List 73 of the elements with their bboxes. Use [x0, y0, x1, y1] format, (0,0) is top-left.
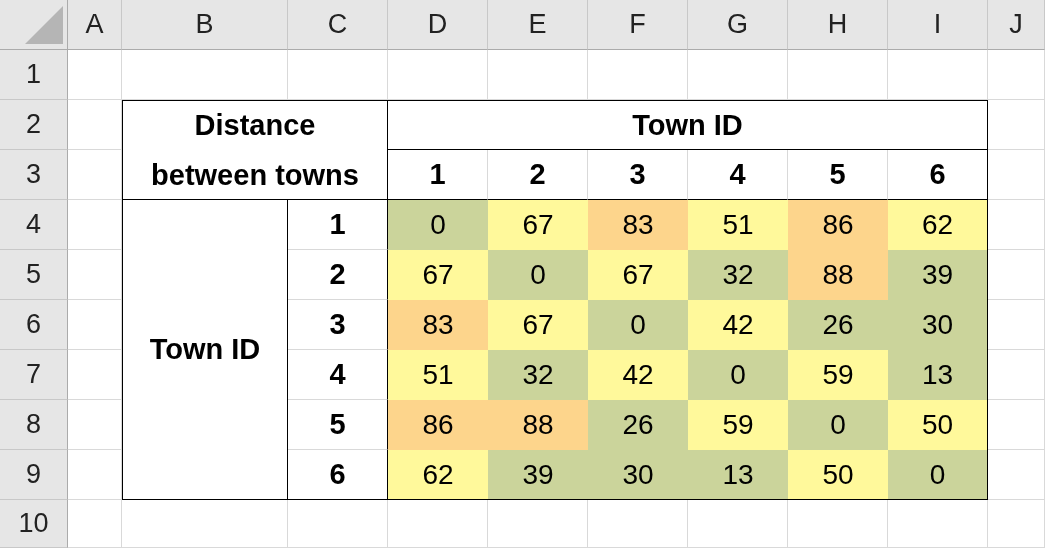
- table-cell[interactable]: 67: [388, 250, 488, 300]
- table-cell[interactable]: 0: [588, 300, 688, 350]
- table-cell[interactable]: 59: [788, 350, 888, 400]
- column-group-header[interactable]: Town ID: [388, 100, 988, 150]
- row-header[interactable]: 6: [0, 300, 68, 350]
- table-cell[interactable]: 88: [488, 400, 588, 450]
- table-cell[interactable]: 0: [488, 250, 588, 300]
- column-header[interactable]: H: [788, 0, 888, 50]
- table-cell[interactable]: 30: [888, 300, 988, 350]
- table-cell[interactable]: 62: [388, 450, 488, 500]
- column-header[interactable]: G: [688, 0, 788, 50]
- triangle-icon: [25, 6, 63, 44]
- row-group-header[interactable]: Town ID: [122, 200, 288, 500]
- row-header[interactable]: 8: [0, 400, 68, 450]
- row-header[interactable]: 3: [0, 150, 68, 200]
- row-header[interactable]: 7: [0, 350, 68, 400]
- select-all-button[interactable]: [0, 0, 68, 50]
- column-header[interactable]: J: [988, 0, 1045, 50]
- table-cell[interactable]: 26: [588, 400, 688, 450]
- column-id-header[interactable]: 1: [388, 150, 488, 200]
- row-id-header[interactable]: 4: [288, 350, 388, 400]
- row-id-header[interactable]: 3: [288, 300, 388, 350]
- table-cell[interactable]: 83: [588, 200, 688, 250]
- column-header[interactable]: E: [488, 0, 588, 50]
- table-cell[interactable]: 42: [588, 350, 688, 400]
- column-id-header[interactable]: 6: [888, 150, 988, 200]
- row-id-header[interactable]: 2: [288, 250, 388, 300]
- table-cell[interactable]: 59: [688, 400, 788, 450]
- table-cell[interactable]: 50: [788, 450, 888, 500]
- table-cell[interactable]: 32: [688, 250, 788, 300]
- table-cell[interactable]: 67: [488, 200, 588, 250]
- column-header[interactable]: D: [388, 0, 488, 50]
- column-header[interactable]: F: [588, 0, 688, 50]
- table-cell[interactable]: 67: [488, 300, 588, 350]
- table-cell[interactable]: 13: [688, 450, 788, 500]
- table-cell[interactable]: 32: [488, 350, 588, 400]
- table-cell[interactable]: 13: [888, 350, 988, 400]
- table-cell[interactable]: 0: [888, 450, 988, 500]
- table-title-cell[interactable]: Distance between towns: [122, 100, 388, 200]
- table-cell[interactable]: 83: [388, 300, 488, 350]
- table-cell[interactable]: 0: [388, 200, 488, 250]
- table-cell[interactable]: 39: [888, 250, 988, 300]
- column-header[interactable]: I: [888, 0, 988, 50]
- table-cell[interactable]: 26: [788, 300, 888, 350]
- column-id-header[interactable]: 3: [588, 150, 688, 200]
- row-header[interactable]: 9: [0, 450, 68, 500]
- table-cell[interactable]: 51: [388, 350, 488, 400]
- column-id-header[interactable]: 5: [788, 150, 888, 200]
- row-header[interactable]: 1: [0, 50, 68, 100]
- table-cell[interactable]: 86: [388, 400, 488, 450]
- table-cell[interactable]: 42: [688, 300, 788, 350]
- row-id-header[interactable]: 1: [288, 200, 388, 250]
- table-cell[interactable]: 39: [488, 450, 588, 500]
- table-cell[interactable]: 67: [588, 250, 688, 300]
- table-cell[interactable]: 62: [888, 200, 988, 250]
- column-header[interactable]: C: [288, 0, 388, 50]
- table-cell[interactable]: 30: [588, 450, 688, 500]
- row-id-header[interactable]: 6: [288, 450, 388, 500]
- row-header[interactable]: 5: [0, 250, 68, 300]
- row-id-header[interactable]: 5: [288, 400, 388, 450]
- table-cell[interactable]: 50: [888, 400, 988, 450]
- table-cell[interactable]: 0: [688, 350, 788, 400]
- table-cell[interactable]: 86: [788, 200, 888, 250]
- column-id-header[interactable]: 2: [488, 150, 588, 200]
- table-cell[interactable]: 51: [688, 200, 788, 250]
- column-header[interactable]: A: [68, 0, 122, 50]
- row-header[interactable]: 4: [0, 200, 68, 250]
- column-id-header[interactable]: 4: [688, 150, 788, 200]
- column-header[interactable]: B: [122, 0, 288, 50]
- row-header[interactable]: 10: [0, 500, 68, 548]
- row-header[interactable]: 2: [0, 100, 68, 150]
- table-cell[interactable]: 0: [788, 400, 888, 450]
- table-cell[interactable]: 88: [788, 250, 888, 300]
